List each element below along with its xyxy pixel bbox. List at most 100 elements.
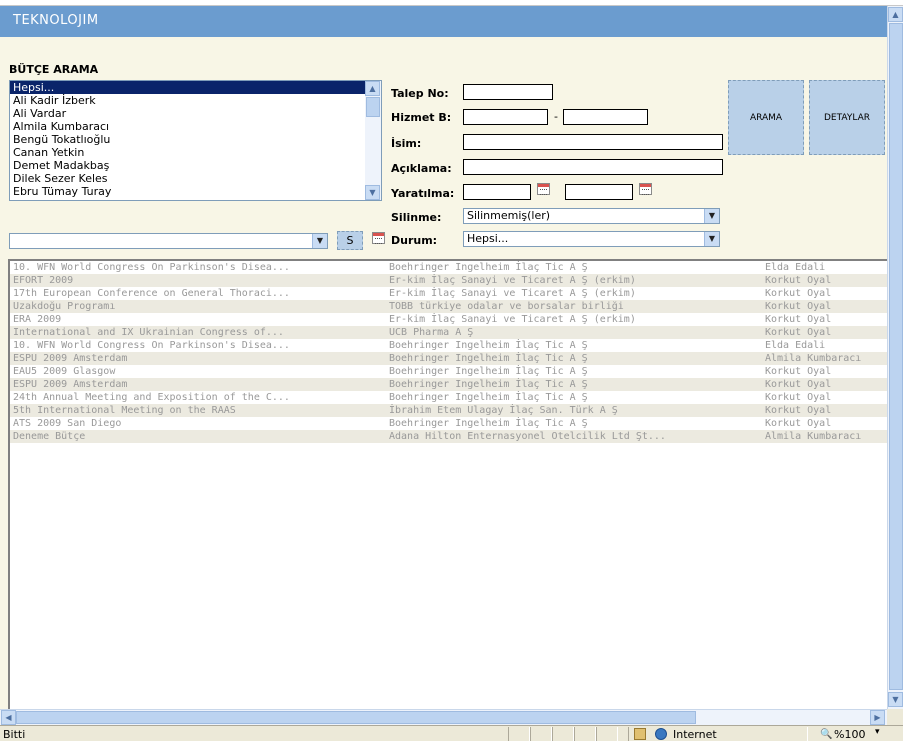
detaylar-button[interactable]: DETAYLAR [809, 80, 885, 155]
result-row[interactable]: Uzakdoğu Programı TOBB türkiye odalar ve … [10, 300, 887, 313]
scrollbar-corner [887, 709, 903, 725]
result-title: Uzakdoğu Programı [13, 301, 116, 312]
result-owner: Korkut Oyal [765, 288, 832, 299]
person-listbox[interactable]: Hepsi... Ali Kadir İzberk Ali Vardar Almila… [9, 80, 382, 201]
result-row[interactable]: EFORT 2009 Er-kim İlaç Sanayi ve Ticaret … [10, 274, 887, 287]
filter-select[interactable]: ▼ [9, 233, 328, 249]
result-title: EFORT 2009 [13, 275, 74, 286]
list-scroll-up-button[interactable]: ▲ [365, 81, 380, 96]
result-title: 24th Annual Meeting and Exposition of th… [13, 392, 290, 403]
zoom-level[interactable]: %100 [834, 728, 865, 741]
result-row[interactable]: ESPU 2009 Amsterdam Boehringer Ingelheim … [10, 378, 887, 391]
result-company: İbrahim Etem Ulagay İlaç San. Türk A Ş [389, 405, 618, 416]
status-bar: Bitti Internet 🔍 %100 ▾ [0, 725, 903, 741]
isim-input[interactable] [463, 134, 723, 150]
yaratilma-end-input[interactable] [565, 184, 633, 200]
result-row[interactable]: 10. WFN World Congress On Parkinson's Di… [10, 339, 887, 352]
hizmet-b-end-input[interactable] [563, 109, 648, 125]
arama-button[interactable]: ARAMA [728, 80, 804, 155]
internet-globe-icon [655, 728, 667, 740]
result-rows: 10. WFN World Congress On Parkinson's Di… [10, 261, 887, 443]
chevron-down-icon: ▼ [312, 234, 327, 248]
scroll-left-button[interactable]: ◀ [1, 710, 16, 725]
yaratilma-label: Yaratılma: [391, 187, 455, 200]
result-title: 17th European Conference on General Thor… [13, 288, 290, 299]
scrollbar-thumb[interactable] [889, 23, 903, 690]
result-company: UCB Pharma A Ş [389, 327, 474, 338]
section-title: BÜTÇE ARAMA [9, 63, 99, 76]
scroll-down-button[interactable]: ▼ [888, 692, 903, 707]
aciklama-input[interactable] [463, 159, 723, 175]
calendar-icon[interactable] [639, 183, 652, 195]
result-company: Boehringer Ingelheim İlaç Tic A Ş [389, 379, 588, 390]
zone-label: Internet [673, 728, 717, 741]
status-cell [508, 727, 530, 741]
result-row[interactable]: International and IX Ukrainian Congress … [10, 326, 887, 339]
result-row[interactable]: Deneme Bütçe Adana Hilton Enternasyonel O… [10, 430, 887, 443]
person-list-item[interactable]: Ali Vardar [10, 107, 381, 120]
person-list-item[interactable]: Ali Kadir İzberk [10, 94, 381, 107]
calendar-icon[interactable] [537, 183, 550, 195]
scroll-right-button[interactable]: ▶ [870, 710, 885, 725]
durum-label: Durum: [391, 234, 438, 247]
result-owner: Korkut Oyal [765, 418, 832, 429]
list-scroll-down-button[interactable]: ▼ [365, 185, 380, 200]
result-company: Boehringer Ingelheim İlaç Tic A Ş [389, 340, 588, 351]
talep-no-input[interactable] [463, 84, 553, 100]
zoom-dropdown-icon[interactable]: ▾ [875, 727, 880, 737]
status-cell [596, 727, 618, 741]
h-scrollbar-thumb[interactable] [16, 711, 696, 724]
calendar-icon[interactable] [372, 232, 385, 244]
durum-select[interactable]: Hepsi... ▼ [463, 231, 720, 247]
result-company: Boehringer Ingelheim İlaç Tic A Ş [389, 418, 588, 429]
list-scroll-thumb[interactable] [366, 97, 380, 117]
result-title: 5th International Meeting on the RAAS [13, 405, 236, 416]
person-list-item[interactable]: Canan Yetkin [10, 146, 381, 159]
result-row[interactable]: ATS 2009 San Diego Boehringer Ingelheim İ… [10, 417, 887, 430]
result-row[interactable]: EAU5 2009 Glasgow Boehringer Ingelheim İl… [10, 365, 887, 378]
result-title: 10. WFN World Congress On Parkinson's Di… [13, 262, 290, 273]
result-row[interactable]: 10. WFN World Congress On Parkinson's Di… [10, 261, 887, 274]
result-title: 10. WFN World Congress On Parkinson's Di… [13, 340, 290, 351]
chevron-down-icon: ▼ [704, 209, 719, 223]
person-list-item[interactable]: Bengü Tokatlıoğlu [10, 133, 381, 146]
result-row[interactable]: 24th Annual Meeting and Exposition of th… [10, 391, 887, 404]
result-company: Boehringer Ingelheim İlaç Tic A Ş [389, 366, 588, 377]
listbox-scrollbar[interactable]: ▲ ▼ [365, 81, 381, 200]
silinme-label: Silinme: [391, 211, 442, 224]
silinme-select[interactable]: Silinmemiş(ler) ▼ [463, 208, 720, 224]
person-list-item[interactable]: Ebru Tümay Turay [10, 185, 381, 198]
result-row[interactable]: 5th International Meeting on the RAAS İbr… [10, 404, 887, 417]
person-list-item[interactable]: Almila Kumbaracı [10, 120, 381, 133]
result-row[interactable]: ERA 2009 Er-kim İlaç Sanayi ve Ticaret A … [10, 313, 887, 326]
aciklama-label: Açıklama: [391, 162, 452, 175]
durum-value: Hepsi... [467, 232, 509, 245]
horizontal-scrollbar[interactable]: ◀ ▶ [0, 709, 887, 725]
s-button[interactable]: S [337, 231, 363, 250]
security-lock-icon [634, 728, 646, 740]
person-list-item[interactable]: Dilek Sezer Keles [10, 172, 381, 185]
scroll-up-button[interactable]: ▲ [888, 7, 903, 22]
page-vertical-scrollbar[interactable]: ▲ ▼ [887, 6, 903, 709]
result-row[interactable]: ESPU 2009 Amsterdam Boehringer Ingelheim … [10, 352, 887, 365]
app-logo: TEKNOLOJIM [13, 13, 99, 28]
result-owner: Korkut Oyal [765, 392, 832, 403]
zoom-icon[interactable]: 🔍 [820, 729, 832, 740]
results-list: 10. WFN World Congress On Parkinson's Di… [8, 259, 887, 709]
result-company: Boehringer Ingelheim İlaç Tic A Ş [389, 392, 588, 403]
result-title: ERA 2009 [13, 314, 62, 325]
result-owner: Korkut Oyal [765, 327, 832, 338]
result-owner: Korkut Oyal [765, 275, 832, 286]
hizmet-b-start-input[interactable] [463, 109, 548, 125]
result-row[interactable]: 17th European Conference on General Thor… [10, 287, 887, 300]
result-title: EAU5 2009 Glasgow [13, 366, 116, 377]
person-list-item[interactable]: Demet Madakbaş [10, 159, 381, 172]
result-owner: Korkut Oyal [765, 366, 832, 377]
person-list-item[interactable]: Hepsi... [10, 81, 381, 94]
app-header: TEKNOLOJIM [0, 6, 887, 37]
result-company: Er-kim İlaç Sanayi ve Ticaret A Ş (erkim… [389, 314, 636, 325]
status-cell [530, 727, 552, 741]
result-title: Deneme Bütçe [13, 431, 86, 442]
yaratilma-start-input[interactable] [463, 184, 531, 200]
result-owner: Korkut Oyal [765, 405, 832, 416]
